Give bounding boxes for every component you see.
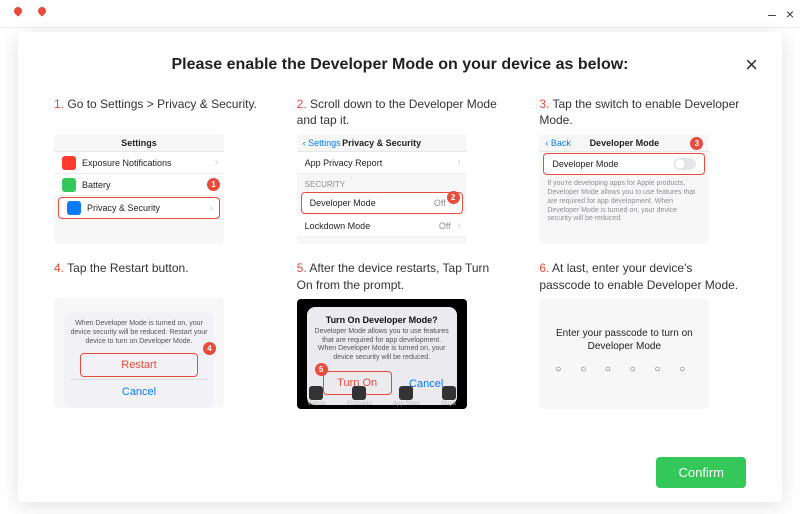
app-titlebar: – × [0,0,800,28]
developer-mode-fineprint: If you're developing apps for Apple prod… [539,176,709,228]
restart-alert: When Developer Mode is turned on, your d… [64,312,214,407]
row-developer-mode-toggle: Developer Mode [543,153,705,175]
step-description: Scroll down to the Developer Mode and ta… [297,97,497,127]
row-developer-mode: Developer Mode Off› 2 [301,192,463,214]
enable-developer-mode-dialog: × Please enable the Developer Mode on yo… [18,32,782,502]
step-description: Tap the switch to enable Developer Mode. [539,97,739,127]
step-1-screenshot: Settings Exposure Notifications› Battery… [54,134,224,244]
step-number: 2. [297,97,307,111]
callout-badge-2: 2 [447,191,460,204]
step-description: Tap the Restart button. [67,261,188,275]
step-1: 1. Go to Settings > Privacy & Security. … [54,96,261,244]
step-4-screenshot: When Developer Mode is turned on, your d… [54,298,224,408]
step-description: After the device restarts, Tap Turn On f… [297,261,490,291]
step-number: 1. [54,97,64,111]
step-number: 4. [54,261,64,275]
step-6-screenshot: Enter your passcode to turn on Developer… [539,299,709,409]
callout-badge-5: 5 [315,363,328,376]
settings-row-exposure: Exposure Notifications› [54,152,224,174]
settings-row-privacy: Privacy & Security› [58,197,220,219]
back-button: ‹ Back [545,138,571,148]
step-4: 4. Tap the Restart button. When Develope… [54,260,261,408]
step-description: Go to Settings > Privacy & Security. [67,97,257,111]
privacy-icon [67,201,81,215]
step-3: 3. Tap the switch to enable Developer Mo… [539,96,746,244]
app-logo-icon [32,4,52,24]
row-lockdown-mode: Lockdown Mode Off› [297,215,467,237]
ios-header: ‹ Settings Privacy & Security [297,134,467,152]
ios-dock: Videos Podcasts App Store Maps [297,386,467,407]
step-number: 3. [539,97,549,111]
step-3-screenshot: ‹ Back Developer Mode 3 Developer Mode I… [539,134,709,244]
ios-header: ‹ Back Developer Mode 3 [539,134,709,152]
dialog-title: Please enable the Developer Mode on your… [54,56,746,74]
row-app-privacy-report: App Privacy Report› [297,152,467,174]
passcode-dots: ○ ○ ○ ○ ○ ○ [539,364,709,375]
confirm-button[interactable]: Confirm [656,457,746,488]
exposure-icon [62,156,76,170]
step-6: 6. At last, enter your device's passcode… [539,260,746,408]
settings-row-battery: Battery› 1 [54,174,224,196]
callout-badge-4: 4 [203,342,216,355]
step-2: 2. Scroll down to the Developer Mode and… [297,96,504,244]
cancel-button: Cancel [70,379,208,400]
step-5-screenshot: Turn On Developer Mode? Developer Mode a… [297,299,467,409]
callout-badge-1: 1 [207,178,220,191]
step-number: 5. [297,261,307,275]
back-button: ‹ Settings [303,138,341,148]
callout-badge-3: 3 [690,137,703,150]
battery-icon [62,178,76,192]
step-description: At last, enter your device's passcode to… [539,261,738,291]
restart-button: Restart [80,353,198,377]
window-close-button[interactable]: × [786,6,794,22]
toggle-switch-icon [674,158,696,170]
dialog-close-button[interactable]: × [745,52,758,78]
app-logo-icon [8,4,28,24]
step-2-screenshot: ‹ Settings Privacy & Security App Privac… [297,134,467,244]
window-minimize-button[interactable]: – [768,6,776,22]
step-5: 5. After the device restarts, Tap Turn O… [297,260,504,408]
step-number: 6. [539,261,549,275]
section-label: Security [297,174,467,191]
ios-header: Settings [54,134,224,152]
passcode-prompt: Enter your passcode to turn on Developer… [539,327,709,354]
